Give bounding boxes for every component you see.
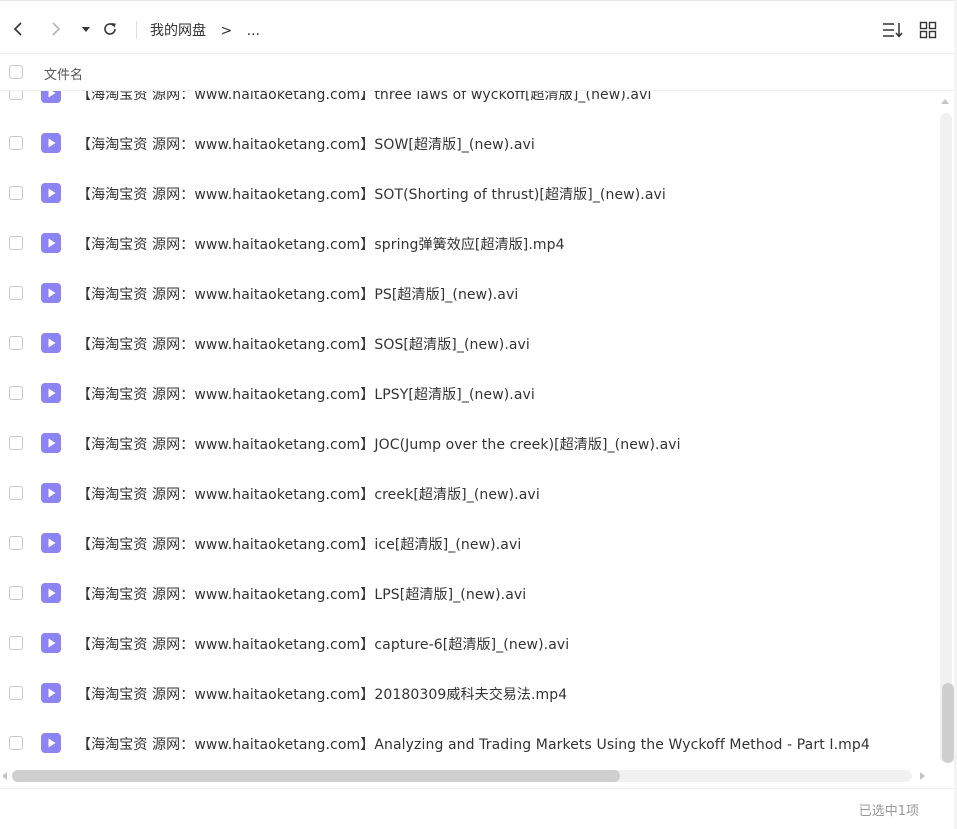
file-row-checkbox[interactable] (9, 236, 23, 250)
file-row[interactable]: 【海淘宝资 源网：www.haitaoketang.com】spring弹簧效应… (0, 218, 936, 268)
file-row[interactable]: 【海淘宝资 源网：www.haitaoketang.com】JOC(Jump o… (0, 418, 936, 468)
horizontal-scroll-thumb[interactable] (12, 770, 620, 782)
sort-button[interactable] (882, 21, 904, 43)
file-row-checkbox[interactable] (9, 736, 23, 750)
file-row-checkbox[interactable] (9, 686, 23, 700)
vertical-scrollbar[interactable] (938, 95, 954, 765)
file-row[interactable]: 【海淘宝资 源网：www.haitaoketang.com】capture-6[… (0, 618, 936, 668)
history-dropdown-button[interactable] (76, 19, 96, 39)
horizontal-scrollbar[interactable] (0, 768, 936, 784)
file-row-checkbox[interactable] (9, 91, 23, 100)
file-row[interactable]: 【海淘宝资 源网：www.haitaoketang.com】three laws… (0, 91, 936, 118)
file-name[interactable]: 【海淘宝资 源网：www.haitaoketang.com】capture-6[… (77, 634, 569, 654)
file-row[interactable]: 【海淘宝资 源网：www.haitaoketang.com】SOS[超清版]_(… (0, 318, 936, 368)
file-name[interactable]: 【海淘宝资 源网：www.haitaoketang.com】PS[超清版]_(n… (77, 284, 518, 304)
file-name[interactable]: 【海淘宝资 源网：www.haitaoketang.com】Analyzing … (77, 734, 870, 754)
scroll-up-arrow-icon[interactable] (941, 99, 949, 104)
file-name[interactable]: 【海淘宝资 源网：www.haitaoketang.com】SOW[超清版]_(… (77, 134, 535, 154)
video-file-icon (40, 182, 62, 204)
file-row[interactable]: 【海淘宝资 源网：www.haitaoketang.com】ice[超清版]_(… (0, 518, 936, 568)
breadcrumb-root[interactable]: 我的网盘 (150, 20, 206, 40)
file-row[interactable]: 【海淘宝资 源网：www.haitaoketang.com】Analyzing … (0, 718, 936, 766)
file-name[interactable]: 【海淘宝资 源网：www.haitaoketang.com】spring弹簧效应… (77, 234, 565, 254)
video-file-icon (40, 382, 62, 404)
file-row[interactable]: 【海淘宝资 源网：www.haitaoketang.com】SOT(Shorti… (0, 168, 936, 218)
file-row-checkbox[interactable] (9, 436, 23, 450)
column-header: 文件名 (0, 54, 957, 91)
window-top-border (0, 0, 957, 1)
toolbar-divider (136, 21, 137, 39)
scroll-right-arrow-icon[interactable] (920, 772, 925, 780)
file-name[interactable]: 【海淘宝资 源网：www.haitaoketang.com】JOC(Jump o… (77, 434, 681, 454)
video-file-icon (40, 282, 62, 304)
file-row[interactable]: 【海淘宝资 源网：www.haitaoketang.com】PS[超清版]_(n… (0, 268, 936, 318)
breadcrumb: 我的网盘 > ... (150, 20, 260, 40)
footer-divider (0, 788, 957, 789)
vertical-scroll-track[interactable] (940, 113, 954, 763)
breadcrumb-separator: > (220, 23, 233, 39)
file-name[interactable]: 【海淘宝资 源网：www.haitaoketang.com】SOT(Shorti… (77, 184, 666, 204)
file-name[interactable]: 【海淘宝资 源网：www.haitaoketang.com】LPS[超清版]_(… (77, 584, 526, 604)
file-row-checkbox[interactable] (9, 536, 23, 550)
file-row[interactable]: 【海淘宝资 源网：www.haitaoketang.com】creek[超清版]… (0, 468, 936, 518)
video-file-icon (40, 332, 62, 354)
back-button[interactable] (8, 19, 28, 39)
video-file-icon (40, 582, 62, 604)
file-name[interactable]: 【海淘宝资 源网：www.haitaoketang.com】20180309威科… (77, 684, 567, 704)
vertical-scroll-thumb[interactable] (942, 683, 954, 763)
toolbar: 我的网盘 > ... (0, 4, 957, 54)
chevron-left-icon (13, 22, 22, 36)
file-name[interactable]: 【海淘宝资 源网：www.haitaoketang.com】creek[超清版]… (77, 484, 540, 504)
file-row[interactable]: 【海淘宝资 源网：www.haitaoketang.com】SOW[超清版]_(… (0, 118, 936, 168)
file-row-checkbox[interactable] (9, 186, 23, 200)
file-list-content: 【海淘宝资 源网：www.haitaoketang.com】three laws… (0, 91, 936, 766)
breadcrumb-more[interactable]: ... (247, 23, 260, 39)
selection-status: 已选中1项 (858, 804, 919, 819)
forward-button[interactable] (46, 19, 66, 39)
file-row-checkbox[interactable] (9, 486, 23, 500)
file-row-checkbox[interactable] (9, 636, 23, 650)
sort-icon (883, 23, 903, 38)
file-row-checkbox[interactable] (9, 586, 23, 600)
file-name[interactable]: 【海淘宝资 源网：www.haitaoketang.com】LPSY[超清版]_… (77, 384, 535, 404)
refresh-button[interactable] (100, 19, 120, 39)
video-file-icon (40, 232, 62, 254)
file-name[interactable]: 【海淘宝资 源网：www.haitaoketang.com】three laws… (77, 91, 652, 104)
video-file-icon (40, 132, 62, 154)
video-file-icon (40, 732, 62, 754)
scroll-left-arrow-icon[interactable] (2, 772, 7, 780)
caret-down-icon (82, 27, 90, 32)
file-row-checkbox[interactable] (9, 386, 23, 400)
video-file-icon (40, 91, 62, 104)
grid-view-button[interactable] (919, 21, 937, 43)
refresh-icon (104, 23, 116, 35)
chevron-right-icon (52, 22, 61, 36)
video-file-icon (40, 532, 62, 554)
video-file-icon (40, 482, 62, 504)
video-file-icon (40, 432, 62, 454)
file-name[interactable]: 【海淘宝资 源网：www.haitaoketang.com】ice[超清版]_(… (77, 534, 521, 554)
file-row-checkbox[interactable] (9, 136, 23, 150)
column-name-header[interactable]: 文件名 (44, 64, 83, 83)
file-row[interactable]: 【海淘宝资 源网：www.haitaoketang.com】LPSY[超清版]_… (0, 368, 936, 418)
video-file-icon (40, 632, 62, 654)
file-name[interactable]: 【海淘宝资 源网：www.haitaoketang.com】SOS[超清版]_(… (77, 334, 530, 354)
video-file-icon (40, 682, 62, 704)
grid-view-icon (919, 21, 937, 39)
select-all-checkbox[interactable] (9, 65, 23, 79)
file-row-checkbox[interactable] (9, 286, 23, 300)
file-row[interactable]: 【海淘宝资 源网：www.haitaoketang.com】LPS[超清版]_(… (0, 568, 936, 618)
file-row[interactable]: 【海淘宝资 源网：www.haitaoketang.com】20180309威科… (0, 668, 936, 718)
file-list: 【海淘宝资 源网：www.haitaoketang.com】three laws… (0, 91, 936, 766)
file-row-checkbox[interactable] (9, 336, 23, 350)
